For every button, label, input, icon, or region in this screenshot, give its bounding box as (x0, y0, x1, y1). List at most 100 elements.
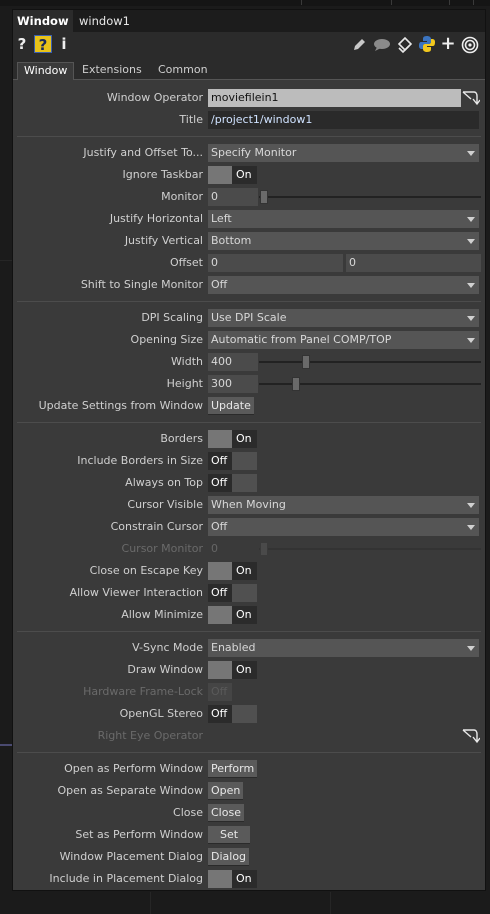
param-label: Borders (160, 432, 203, 445)
justify-horizontal-menu[interactable]: Left (208, 210, 479, 228)
param-label: Window Operator (106, 91, 203, 104)
menu-value: Bottom (211, 234, 252, 247)
param-label: Allow Minimize (121, 608, 203, 621)
draw-window-toggle[interactable]: On (208, 661, 257, 679)
menu-value: Off (211, 278, 228, 291)
justify-vertical-menu[interactable]: Bottom (208, 232, 479, 250)
window-operator-field[interactable]: moviefilein1 (208, 89, 461, 107)
always-on-top-toggle[interactable]: Off (208, 474, 257, 492)
height-slider-handle[interactable] (292, 377, 300, 391)
dpi-scaling-menu[interactable]: Use DPI Scale (208, 309, 479, 327)
allow-minimize-toggle[interactable]: On (208, 606, 257, 624)
set-button[interactable]: Set (208, 826, 251, 844)
open-button[interactable]: Open (208, 782, 244, 800)
update-button[interactable]: Update (208, 397, 254, 415)
param-open-as-separate: Open as Separate Window Open (13, 781, 485, 801)
close-button[interactable]: Close (208, 804, 244, 822)
close-on-escape-toggle[interactable]: On (208, 562, 257, 580)
borders-toggle[interactable]: On (208, 430, 257, 448)
param-always-on-top: Always on Top Off (13, 473, 485, 493)
edit-icon[interactable] (351, 37, 367, 53)
vsync-mode-menu[interactable]: Enabled (208, 639, 479, 657)
monitor-slider-track[interactable] (259, 196, 481, 198)
param-label: Opening Size (130, 333, 203, 346)
param-set-as-perform: Set as Perform Window Set (13, 825, 485, 845)
toggle-state: Off (211, 685, 228, 698)
param-vsync-mode: V-Sync Mode Enabled (13, 638, 485, 658)
width-slider-handle[interactable] (302, 355, 310, 369)
toggle-state: On (236, 432, 252, 445)
param-label: Window Placement Dialog (59, 850, 203, 863)
menu-value: When Moving (211, 498, 286, 511)
param-opengl-stereo: OpenGL Stereo Off (13, 704, 485, 724)
background-top-strip (0, 0, 490, 6)
dialog-button[interactable]: Dialog (208, 848, 250, 866)
param-label: Justify Vertical (124, 234, 203, 247)
justify-offset-to-menu[interactable]: Specify Monitor (208, 144, 479, 162)
menu-value: Enabled (211, 641, 256, 654)
height-field[interactable]: 300 (208, 375, 258, 393)
width-field[interactable]: 400 (208, 353, 258, 371)
param-justify-vertical: Justify Vertical Bottom (13, 231, 485, 251)
menu-value: Automatic from Panel COMP/TOP (211, 333, 392, 346)
param-borders: Borders On (13, 429, 485, 449)
param-label: Width (171, 355, 203, 368)
add-icon[interactable]: + (440, 35, 456, 53)
param-justify-offset-to: Justify and Offset To... Specify Monitor (13, 143, 485, 163)
toggle-state: Off (211, 454, 228, 467)
param-label: Close on Escape Key (89, 564, 203, 577)
python-help-icon[interactable]: ? (34, 35, 52, 54)
help-icon[interactable]: ? (16, 35, 28, 53)
toggle-state: On (236, 663, 252, 676)
shift-single-monitor-menu[interactable]: Off (208, 276, 479, 294)
opening-size-menu[interactable]: Automatic from Panel COMP/TOP (208, 331, 479, 349)
comment-icon[interactable] (372, 37, 392, 53)
param-label: Height (166, 377, 203, 390)
opengl-stereo-toggle[interactable]: Off (208, 705, 257, 723)
ignore-taskbar-toggle[interactable]: On (208, 166, 257, 184)
param-label: Set as Perform Window (75, 828, 203, 841)
param-label: Always on Top (125, 476, 203, 489)
constrain-cursor-menu[interactable]: Off (208, 518, 479, 536)
param-allow-minimize: Allow Minimize On (13, 605, 485, 625)
param-label: Justify Horizontal (109, 212, 203, 225)
viewer-icon[interactable] (461, 36, 479, 54)
clone-icon[interactable] (396, 36, 414, 54)
menu-value: Specify Monitor (211, 146, 297, 159)
tab-extensions[interactable]: Extensions (76, 62, 148, 80)
width-slider-track[interactable] (259, 361, 481, 363)
chevron-down-icon (467, 217, 475, 222)
perform-button[interactable]: Perform (208, 760, 258, 778)
include-in-placement-toggle[interactable]: On (208, 870, 257, 888)
title-field[interactable]: /project1/window1 (208, 111, 479, 129)
chevron-down-icon (467, 316, 475, 321)
drop-target-arrow-icon[interactable] (462, 90, 480, 106)
parameter-dialog: Window window1 ? ? i + Window Extensions… (12, 9, 486, 891)
monitor-field[interactable]: 0 (208, 188, 258, 206)
section-divider (17, 752, 481, 753)
tab-window[interactable]: Window (17, 62, 75, 80)
param-label: Shift to Single Monitor (80, 278, 203, 291)
allow-viewer-interaction-toggle[interactable]: Off (208, 584, 257, 602)
param-label: OpenGL Stereo (119, 707, 203, 720)
param-justify-horizontal: Justify Horizontal Left (13, 209, 485, 229)
param-label: Constrain Cursor (110, 520, 203, 533)
param-label: Hardware Frame-Lock (83, 685, 203, 698)
drop-target-arrow-icon[interactable] (462, 728, 480, 744)
toggle-state: Off (211, 586, 228, 599)
param-hardware-framelock: Hardware Frame-Lock Off (13, 682, 485, 702)
chevron-down-icon (467, 338, 475, 343)
cursor-visible-menu[interactable]: When Moving (208, 496, 479, 514)
info-icon[interactable]: i (59, 35, 69, 53)
toggle-state: Off (211, 707, 228, 720)
operator-name-field[interactable]: window1 (79, 10, 469, 32)
cursor-monitor-field: 0 (211, 542, 218, 555)
background-selection-strip (0, 744, 12, 746)
include-borders-toggle[interactable]: Off (208, 452, 257, 470)
monitor-slider-handle[interactable] (260, 190, 268, 204)
python-icon[interactable] (418, 35, 436, 53)
param-open-as-perform: Open as Perform Window Perform (13, 759, 485, 779)
offset-y-field[interactable]: 0 (346, 254, 481, 272)
offset-x-field[interactable]: 0 (208, 254, 343, 272)
tab-common[interactable]: Common (152, 62, 214, 80)
